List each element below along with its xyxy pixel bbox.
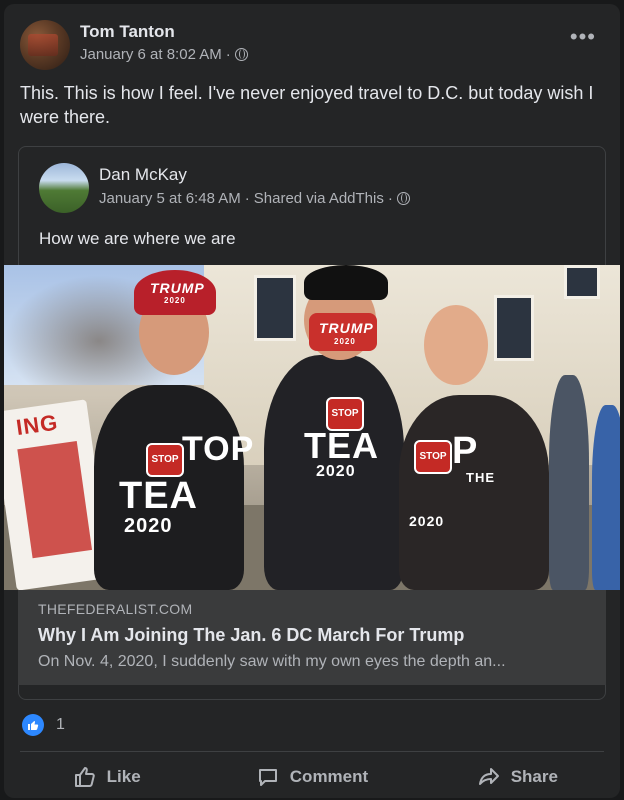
photo-cap: TRUMP 2020 [134,270,216,315]
meta-separator: · [387,190,393,207]
shirt-year: 2020 [409,513,445,529]
reactions-summary[interactable]: 1 [22,714,65,736]
photo-window [564,265,600,299]
photo-cap [304,265,388,300]
photo-head [424,305,488,385]
photo-window [254,275,296,341]
post-timestamp[interactable]: January 6 at 8:02 AM [80,46,222,63]
photo-bystander [592,405,620,590]
shirt-stop-sign: STOP [146,443,184,477]
post-meta: January 6 at 8:02 AM · [80,46,248,63]
post-header: Tom Tanton January 6 at 8:02 AM · ••• [20,20,604,72]
mask-subtext: 2020 [334,337,356,346]
post-actions: Like Comment Share [4,756,620,798]
share-label: Share [510,767,558,786]
shirt-text: P [452,430,479,472]
link-title[interactable]: Why I Am Joining The Jan. 6 DC March For… [38,625,464,646]
globe-icon[interactable] [234,48,248,61]
photo-window [494,295,534,361]
comment-icon [258,769,277,786]
comment-button[interactable]: Comment [209,756,414,798]
shirt-year: 2020 [316,463,356,480]
shared-post-meta: January 5 at 6:48 AM · Shared via AddThi… [99,190,410,207]
share-icon [478,768,499,785]
cap-text: TRUMP [150,280,205,296]
reaction-count[interactable]: 1 [56,716,65,734]
shirt-text: THE [466,470,495,485]
photo-bystander [549,375,589,590]
shared-via: Shared via AddThis [253,190,384,207]
like-icon [22,714,44,736]
meta-separator: · [225,46,231,63]
shared-post-timestamp[interactable]: January 5 at 6:48 AM [99,190,241,207]
shirt-text: TEA [119,475,198,517]
like-label: Like [106,767,141,786]
shirt-year: 2020 [124,515,173,537]
shirt-stop-sign: STOP [414,440,452,474]
like-button[interactable]: Like [4,756,209,798]
actions-divider [20,751,604,752]
shared-author-name[interactable]: Dan McKay [99,165,187,185]
author-name[interactable]: Tom Tanton [80,22,175,42]
author-avatar[interactable] [20,20,70,70]
more-options-button[interactable]: ••• [570,26,596,48]
shared-author-avatar[interactable] [39,163,89,213]
shirt-text: TOP [182,430,255,468]
shared-post[interactable]: Dan McKay January 5 at 6:48 AM · Shared … [4,146,620,700]
link-preview[interactable]: THEFEDERALIST.COM Why I Am Joining The J… [18,590,606,685]
share-button[interactable]: Share [415,756,620,798]
link-domain: THEFEDERALIST.COM [38,601,193,617]
post-card: Tom Tanton January 6 at 8:02 AM · ••• Th… [4,4,620,798]
mask-text: TRUMP [319,320,374,336]
shared-post-text: How we are where we are [39,229,236,248]
globe-icon[interactable] [396,192,410,205]
photo-person-right [399,395,549,590]
post-text: This. This is how I feel. I've never enj… [20,83,594,127]
meta-separator: · [244,190,250,207]
sign-text: ING [14,409,60,441]
photo-mask: TRUMP 2020 [309,313,377,351]
link-description: On Nov. 4, 2020, I suddenly saw with my … [38,653,506,670]
thumbs-up-icon [74,767,95,787]
comment-label: Comment [289,767,369,786]
link-preview-image[interactable]: ING TRUMP 2020 STOP TOP TEA 2020 TRUMP 2… [4,265,620,590]
shirt-text: TEA [304,425,379,466]
cap-subtext: 2020 [164,296,186,305]
